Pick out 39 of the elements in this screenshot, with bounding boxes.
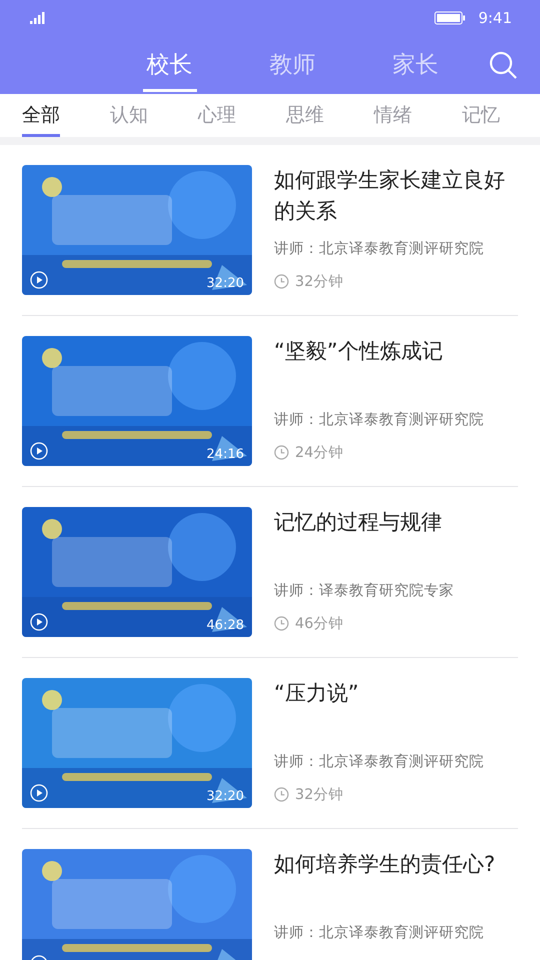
signal-icon xyxy=(30,12,46,24)
duration-text: 32分钟 xyxy=(295,273,344,291)
course-title[interactable]: “坚毅”个性炼成记 xyxy=(274,336,509,410)
course-title[interactable]: “压力说” xyxy=(274,678,509,752)
category-tab[interactable]: 认知 xyxy=(110,94,148,137)
duration-text: 24分钟 xyxy=(295,444,344,462)
duration-text: 46分钟 xyxy=(295,615,344,633)
status-time: 9:41 xyxy=(478,9,512,27)
play-icon[interactable] xyxy=(30,613,48,631)
category-tab[interactable]: 思维 xyxy=(286,94,324,137)
lecturer-text: 讲师：北京译泰教育测评研究院 xyxy=(274,924,485,942)
lecturer-text: 讲师：北京译泰教育测评研究院 xyxy=(274,240,485,258)
course-title[interactable]: 记忆的过程与规律 xyxy=(274,507,509,581)
category-tab[interactable]: 记忆 xyxy=(462,94,500,137)
video-length: 46:28 xyxy=(206,618,244,633)
duration-text: 32分钟 xyxy=(295,786,344,804)
role-tab[interactable]: 校长 xyxy=(142,38,196,92)
battery-icon xyxy=(434,11,466,25)
play-icon[interactable] xyxy=(30,442,48,460)
category-tab[interactable]: 全部 xyxy=(22,94,60,137)
play-icon[interactable] xyxy=(30,784,48,802)
role-tab[interactable]: 家长 xyxy=(388,38,442,92)
course-title[interactable]: 如何跟学生家长建立良好的关系 xyxy=(274,165,509,239)
video-length: 32:20 xyxy=(206,789,244,804)
search-icon[interactable] xyxy=(488,50,518,80)
clock-icon xyxy=(274,616,289,631)
video-length: 24:16 xyxy=(206,447,244,462)
clock-icon xyxy=(274,274,289,289)
lecturer-text: 讲师：北京译泰教育测评研究院 xyxy=(274,410,485,429)
lecturer-text: 讲师：北京译泰教育测评研究院 xyxy=(274,752,485,771)
category-tab[interactable]: 情绪 xyxy=(374,94,412,137)
clock-icon xyxy=(274,787,289,802)
category-tab[interactable]: 心理 xyxy=(198,94,236,137)
course-title[interactable]: 如何培养学生的责任心? xyxy=(274,849,509,923)
video-length: 32:20 xyxy=(206,276,244,291)
clock-icon xyxy=(274,445,289,460)
lecturer-text: 讲师：译泰教育研究院专家 xyxy=(274,582,455,600)
play-icon[interactable] xyxy=(30,271,48,289)
role-tab[interactable]: 教师 xyxy=(266,38,320,92)
